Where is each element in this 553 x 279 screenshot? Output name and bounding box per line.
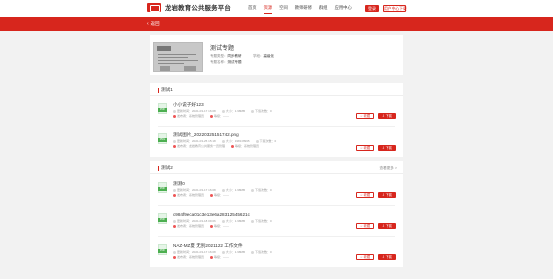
pdf-file-icon: PDF xyxy=(158,213,167,224)
resource-author: 发布者：系统管理员 等级：—— xyxy=(173,193,229,197)
nav-teacher-training[interactable]: 教师研修 xyxy=(295,5,312,11)
logo-icon xyxy=(147,3,161,12)
topic-stage: 学段：高级化 xyxy=(253,54,274,58)
resource-item: PDF c984f9eca01c3e13e6a28312545621c 更新时间… xyxy=(150,210,403,236)
nav-space[interactable]: 空间 xyxy=(279,5,288,11)
top-header: 龙岩教育公共服务平台 首页 资源 空间 教师研修 群组 应用中心 登录 用户中心… xyxy=(0,0,553,17)
view-more-link[interactable]: 查看更多 > xyxy=(380,166,397,171)
site-title: 龙岩教育公共服务平台 xyxy=(165,5,231,12)
resource-title[interactable]: 小小说子好123 xyxy=(173,102,204,108)
resource-meta: 更新时间：2021-03-17 16:08 大小：1.98MB 下载次数：0 xyxy=(173,188,272,192)
topic-title: 测试专题 xyxy=(210,46,235,52)
resource-title[interactable]: c984f9eca01c3e13e6a28312545621c xyxy=(173,212,250,217)
favorite-button[interactable]: ☆ 收藏 xyxy=(356,223,374,229)
resource-item: PNG 测试图片_20220325151742.png 更新时间：2021-03… xyxy=(150,130,403,156)
resource-meta: 更新时间：2021-03-25 15:18 大小：1983.86KB 下载次数：… xyxy=(173,139,276,143)
nav-groups[interactable]: 群组 xyxy=(319,5,328,11)
resource-meta: 更新时间：2021-03-18 09:06 大小：1.98MB 下载次数：0 xyxy=(173,219,272,223)
download-button[interactable]: ⇩ 下载 xyxy=(378,145,396,151)
resource-item: PDF 测测0 更新时间：2021-03-17 16:08 大小：1.98MB … xyxy=(150,179,403,205)
back-label: 返回 xyxy=(150,21,160,26)
login-button[interactable]: 登录 xyxy=(365,5,379,12)
download-button[interactable]: ⇩ 下载 xyxy=(378,192,396,198)
resource-title[interactable]: 测试图片_20220325151742.png xyxy=(173,132,239,138)
nav-app-center[interactable]: 应用中心 xyxy=(335,5,352,11)
user-center-button[interactable]: 用户中心下载 xyxy=(383,5,407,12)
nav-home[interactable]: 首页 xyxy=(248,5,257,11)
pdf-file-icon: PDF xyxy=(158,103,167,114)
resource-item: PDF 小小说子好123 更新时间：2021-03-17 16:08 大小：1.… xyxy=(150,100,403,126)
favorite-button[interactable]: ☆ 收藏 xyxy=(356,254,374,260)
section-card: 测试1 PDF 小小说子好123 更新时间：2021-03-17 16:08 大… xyxy=(150,83,403,157)
nav-resources[interactable]: 资源 xyxy=(263,5,272,14)
favorite-button[interactable]: ☆ 收藏 xyxy=(356,113,374,119)
topic-name: 专题名称：测试专题 xyxy=(210,60,242,64)
png-file-icon: PNG xyxy=(158,133,167,144)
resource-author: 发布者：系统管理员 等级：—— xyxy=(173,114,229,118)
topic-cover-image xyxy=(153,42,203,72)
resource-author: 发布者：系统管理员 等级：—— xyxy=(173,224,229,228)
site-logo[interactable]: 龙岩教育公共服务平台 xyxy=(147,3,231,12)
resource-item: PDF NAZ-MZ夏 无别2021122 工作文件 更新时间：2021-03-… xyxy=(150,241,403,267)
back-link[interactable]: ‹ 返回 xyxy=(147,21,159,27)
topic-type: 专题类型：同步教研 xyxy=(210,54,242,58)
resource-title[interactable]: NAZ-MZ夏 无别2021122 工作文件 xyxy=(173,243,243,249)
section-title: 测试2 xyxy=(158,165,173,171)
download-button[interactable]: ⇩ 下载 xyxy=(378,113,396,119)
download-button[interactable]: ⇩ 下载 xyxy=(378,223,396,229)
download-button[interactable]: ⇩ 下载 xyxy=(378,254,396,260)
chevron-left-icon: ‹ xyxy=(147,20,149,27)
favorite-button[interactable]: ☆ 收藏 xyxy=(356,145,374,151)
resource-author: 发布者：龙岩教育公共服务一员管理 等级：系统管理员 xyxy=(173,144,259,148)
section-card: 测试2 查看更多 > PDF 测测0 更新时间：2021-03-17 16:08… xyxy=(150,161,403,267)
topic-info-card: 测试专题 专题类型：同步教研 学段：高级化 专题名称：测试专题 xyxy=(150,35,403,75)
breadcrumb-bar xyxy=(0,17,553,31)
pdf-file-icon: PDF xyxy=(158,182,167,193)
favorite-button[interactable]: ☆ 收藏 xyxy=(356,192,374,198)
pdf-file-icon: PDF xyxy=(158,244,167,255)
resource-meta: 更新时间：2021-03-17 16:08 大小：1.98MB 下载次数：0 xyxy=(173,109,272,113)
resource-meta: 更新时间：2021-03-17 16:08 大小：1.98MB 下载次数：0 xyxy=(173,250,272,254)
main-nav: 首页 资源 空间 教师研修 群组 应用中心 xyxy=(248,5,352,14)
section-title: 测试1 xyxy=(158,87,173,93)
resource-title[interactable]: 测测0 xyxy=(173,181,185,187)
resource-author: 发布者：系统管理员 等级：—— xyxy=(173,255,229,259)
